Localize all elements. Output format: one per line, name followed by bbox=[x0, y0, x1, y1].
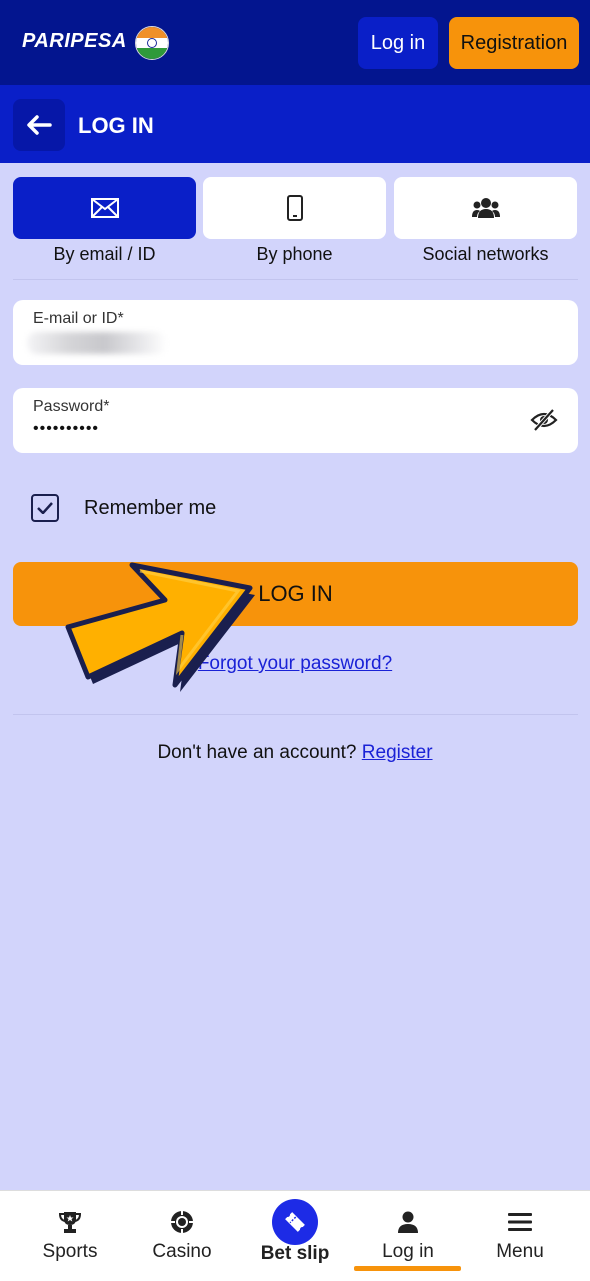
phone-icon bbox=[286, 195, 303, 221]
nav-betslip[interactable] bbox=[272, 1199, 318, 1245]
header-login-button[interactable]: Log in bbox=[358, 17, 438, 69]
password-value: •••••••••• bbox=[33, 420, 100, 437]
arrow-left-icon bbox=[27, 115, 52, 135]
divider bbox=[13, 279, 578, 280]
nav-casino-label: Casino bbox=[152, 1241, 212, 1262]
nav-casino[interactable]: Casino bbox=[123, 1191, 241, 1281]
casino-chip-icon bbox=[171, 1211, 193, 1233]
remember-me-checkbox[interactable] bbox=[31, 494, 59, 522]
no-account-text: Don't have an account? bbox=[157, 742, 357, 763]
nav-menu-label: Menu bbox=[496, 1241, 544, 1262]
header-registration-button[interactable]: Registration bbox=[449, 17, 579, 69]
ticket-icon bbox=[285, 1212, 305, 1232]
email-value-redacted bbox=[27, 332, 167, 354]
bottom-nav: Sports Casino Bet slip Log in Menu bbox=[0, 1190, 590, 1281]
india-flag-icon[interactable] bbox=[135, 26, 169, 60]
divider bbox=[13, 714, 578, 715]
eye-slash-icon[interactable] bbox=[530, 408, 558, 432]
tab-social-networks[interactable] bbox=[394, 177, 577, 239]
top-header: PARIPESA Log in Registration bbox=[0, 0, 590, 85]
active-tab-indicator bbox=[354, 1266, 461, 1271]
users-icon bbox=[471, 198, 500, 218]
paripesa-logo[interactable]: PARIPESA bbox=[22, 30, 127, 53]
register-link[interactable]: Register bbox=[362, 742, 433, 763]
tab-email[interactable] bbox=[13, 177, 196, 239]
hamburger-menu-icon bbox=[508, 1213, 532, 1231]
password-field[interactable]: Password* •••••••••• bbox=[13, 388, 578, 453]
email-field[interactable]: E-mail or ID* bbox=[13, 300, 578, 365]
tab-email-label: By email / ID bbox=[53, 244, 156, 264]
user-icon bbox=[398, 1211, 418, 1233]
nav-sports-label: Sports bbox=[42, 1241, 98, 1262]
nav-login-label: Log in bbox=[382, 1241, 434, 1262]
login-title-bar: LOG IN bbox=[0, 85, 590, 163]
nav-betslip-label[interactable]: Bet slip bbox=[240, 1243, 350, 1265]
back-button[interactable] bbox=[13, 99, 65, 151]
no-account-line: Don't have an account? Register bbox=[0, 742, 590, 764]
pointer-arrow-icon bbox=[65, 562, 255, 692]
envelope-icon bbox=[90, 198, 119, 218]
page-title: LOG IN bbox=[78, 113, 154, 138]
trophy-icon bbox=[58, 1212, 82, 1233]
password-field-label: Password* bbox=[33, 398, 110, 415]
checkmark-icon bbox=[37, 502, 53, 514]
nav-menu[interactable]: Menu bbox=[461, 1191, 579, 1281]
tab-social-label: Social networks bbox=[422, 244, 549, 264]
tab-phone[interactable] bbox=[203, 177, 386, 239]
remember-me-label: Remember me bbox=[84, 497, 217, 519]
email-field-label: E-mail or ID* bbox=[33, 310, 124, 327]
tab-phone-label: By phone bbox=[256, 244, 333, 264]
nav-sports[interactable]: Sports bbox=[11, 1191, 129, 1281]
